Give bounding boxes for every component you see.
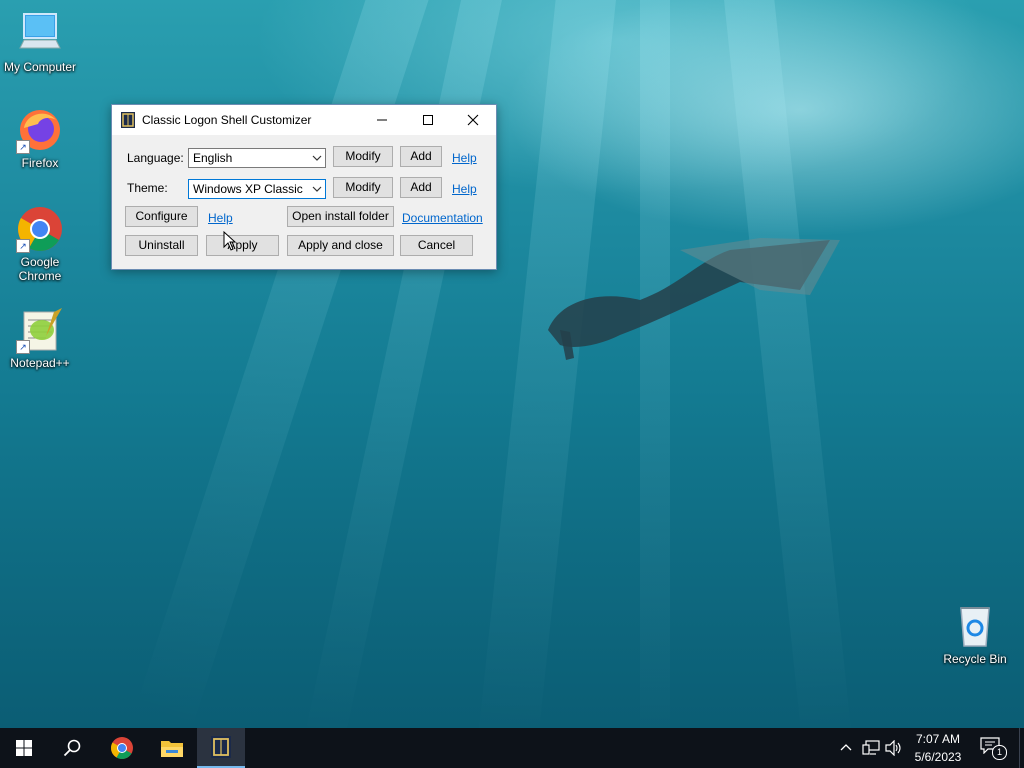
desktop-icon-firefox[interactable]: ↗ Firefox bbox=[0, 106, 80, 170]
language-dropdown[interactable]: English bbox=[188, 148, 326, 168]
close-button[interactable] bbox=[450, 105, 496, 135]
open-install-folder-button[interactable]: Open install folder bbox=[287, 206, 394, 227]
taskbar-file-explorer[interactable] bbox=[148, 728, 196, 768]
language-label: Language: bbox=[127, 151, 184, 165]
recycle-bin-icon bbox=[960, 607, 990, 647]
theme-label: Theme: bbox=[127, 181, 168, 195]
minimize-icon bbox=[377, 119, 387, 121]
start-button[interactable] bbox=[0, 728, 48, 768]
configure-help-link[interactable]: Help bbox=[208, 211, 233, 225]
app-logo-icon bbox=[121, 112, 135, 128]
show-desktop-button[interactable] bbox=[1019, 728, 1024, 768]
classic-logon-shell-customizer-window: Classic Logon Shell Customizer Language:… bbox=[111, 104, 497, 270]
search-icon bbox=[63, 739, 81, 757]
taskbar-search-button[interactable] bbox=[48, 728, 96, 768]
action-center-button[interactable]: 1 bbox=[980, 736, 1007, 760]
apply-button[interactable]: Apply bbox=[206, 235, 279, 256]
taskbar-classic-logon-shell-customizer[interactable] bbox=[197, 728, 245, 768]
language-help-link[interactable]: Help bbox=[452, 151, 477, 165]
app-logo-icon bbox=[211, 736, 231, 758]
theme-add-button[interactable]: Add bbox=[400, 177, 442, 198]
desktop-icon-label: Google Chrome bbox=[18, 255, 62, 283]
close-icon bbox=[467, 114, 479, 126]
window-title: Classic Logon Shell Customizer bbox=[142, 113, 312, 127]
cancel-button[interactable]: Cancel bbox=[400, 235, 473, 256]
desktop-icon-label: Notepad++ bbox=[10, 356, 70, 370]
taskbar-chrome[interactable] bbox=[98, 728, 146, 768]
theme-help-link[interactable]: Help bbox=[452, 182, 477, 196]
desktop-icon-recycle-bin[interactable]: Recycle Bin bbox=[935, 602, 1015, 666]
language-selected-value: English bbox=[193, 151, 233, 165]
chevron-down-icon bbox=[312, 155, 322, 161]
maximize-button[interactable] bbox=[405, 105, 451, 135]
desktop-icon-google-chrome[interactable]: ↗ Google Chrome bbox=[0, 205, 80, 283]
mouse-cursor-icon bbox=[223, 231, 237, 251]
desktop-icon-label: Recycle Bin bbox=[943, 652, 1007, 666]
theme-dropdown[interactable]: Windows XP Classic bbox=[188, 179, 326, 199]
configure-button[interactable]: Configure bbox=[125, 206, 198, 227]
chevron-down-icon bbox=[312, 186, 322, 192]
shortcut-arrow-icon: ↗ bbox=[16, 140, 30, 154]
taskbar: 7:07 AM 5/6/2023 1 bbox=[0, 728, 1024, 768]
desktop-icon-my-computer[interactable]: My Computer bbox=[0, 10, 80, 74]
windows-logo-icon bbox=[16, 740, 32, 756]
apply-and-close-button[interactable]: Apply and close bbox=[287, 235, 394, 256]
chrome-icon bbox=[111, 737, 133, 759]
network-icon[interactable] bbox=[862, 740, 880, 756]
title-bar[interactable]: Classic Logon Shell Customizer bbox=[112, 105, 496, 135]
notification-count-badge: 1 bbox=[992, 745, 1007, 760]
taskbar-clock-time[interactable]: 7:07 AM bbox=[908, 732, 968, 746]
computer-icon bbox=[19, 13, 61, 49]
desktop-icon-label: My Computer bbox=[3, 60, 77, 74]
shortcut-arrow-icon: ↗ bbox=[16, 340, 30, 354]
desktop-icon-notepad-plus-plus[interactable]: ↗ Notepad++ bbox=[0, 306, 80, 370]
minimize-button[interactable] bbox=[359, 105, 405, 135]
language-modify-button[interactable]: Modify bbox=[333, 146, 393, 167]
folder-icon bbox=[161, 741, 183, 757]
taskbar-clock-date[interactable]: 5/6/2023 bbox=[908, 750, 968, 764]
theme-modify-button[interactable]: Modify bbox=[333, 177, 393, 198]
language-add-button[interactable]: Add bbox=[400, 146, 442, 167]
desktop-icon-label: Firefox bbox=[21, 156, 59, 170]
volume-icon[interactable] bbox=[885, 740, 903, 756]
documentation-link[interactable]: Documentation bbox=[402, 211, 483, 225]
shortcut-arrow-icon: ↗ bbox=[16, 239, 30, 253]
maximize-icon bbox=[423, 115, 433, 125]
theme-selected-value: Windows XP Classic bbox=[193, 182, 303, 196]
chevron-up-icon[interactable] bbox=[840, 742, 852, 754]
uninstall-button[interactable]: Uninstall bbox=[125, 235, 198, 256]
